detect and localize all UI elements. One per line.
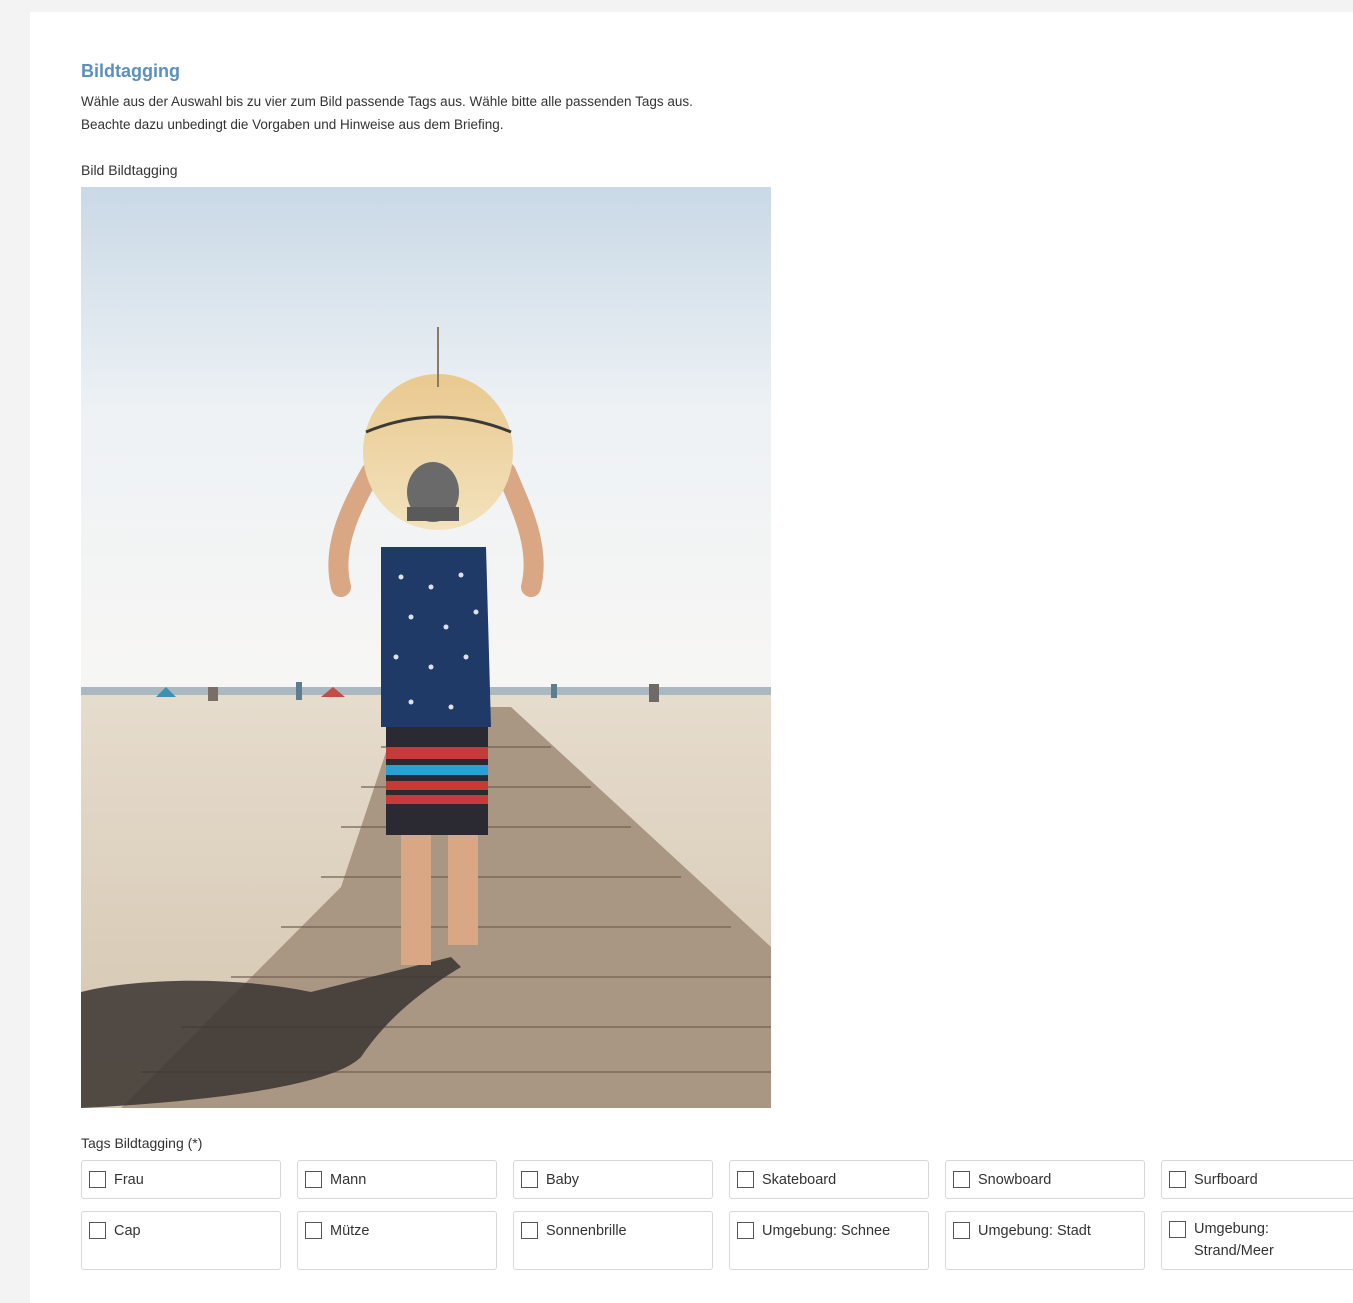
tag-label: Sonnenbrille xyxy=(546,1223,627,1239)
checkbox[interactable] xyxy=(1169,1171,1186,1188)
tag-label: Skateboard xyxy=(762,1172,837,1188)
tag-options: Frau Mann Baby Skateboard Snowboard Surf… xyxy=(81,1160,1353,1270)
task-panel: Bildtagging Wähle aus der Auswahl bis zu… xyxy=(30,12,1353,1303)
tag-option-snowboard[interactable]: Snowboard xyxy=(945,1160,1145,1199)
tag-label: Baby xyxy=(546,1172,580,1188)
tag-label: Mütze xyxy=(330,1223,370,1239)
tag-option-umgebung-stadt[interactable]: Umgebung: Stadt xyxy=(945,1211,1145,1270)
checkbox[interactable] xyxy=(521,1171,538,1188)
tag-option-baby[interactable]: Baby xyxy=(513,1160,713,1199)
tag-option-sonnenbrille[interactable]: Sonnenbrille xyxy=(513,1211,713,1270)
tag-option-cap[interactable]: Cap xyxy=(81,1211,281,1270)
checkbox[interactable] xyxy=(953,1222,970,1239)
tag-label: Snowboard xyxy=(978,1172,1052,1188)
checkbox[interactable] xyxy=(305,1222,322,1239)
tag-label: Umgebung: Schnee xyxy=(762,1223,891,1239)
tag-label: Frau xyxy=(114,1172,144,1188)
tag-label: Umgebung: Strand/Meer xyxy=(1194,1221,1274,1259)
tag-option-muetze[interactable]: Mütze xyxy=(297,1211,497,1270)
tag-option-surfboard[interactable]: Surfboard xyxy=(1161,1160,1353,1199)
checkbox[interactable] xyxy=(305,1171,322,1188)
tag-option-mann[interactable]: Mann xyxy=(297,1160,497,1199)
tag-label: Mann xyxy=(330,1172,367,1188)
tag-option-umgebung-strand-meer[interactable]: Umgebung: Strand/Meer xyxy=(1161,1211,1353,1270)
checkbox[interactable] xyxy=(89,1171,106,1188)
checkbox[interactable] xyxy=(953,1171,970,1188)
tag-label: Cap xyxy=(114,1223,141,1239)
task-photo xyxy=(81,187,771,1108)
task-title: Bildtagging xyxy=(81,61,180,81)
checkbox[interactable] xyxy=(737,1222,754,1239)
tag-option-frau[interactable]: Frau xyxy=(81,1160,281,1199)
tag-label: Surfboard xyxy=(1194,1172,1258,1188)
instruction-line-2: Beachte dazu unbedingt die Vorgaben und … xyxy=(81,117,504,132)
tags-field-label: Tags Bildtagging (*) xyxy=(81,1135,203,1151)
checkbox[interactable] xyxy=(521,1222,538,1239)
checkbox[interactable] xyxy=(737,1171,754,1188)
image-field-label: Bild Bildtagging xyxy=(81,162,178,178)
checkbox[interactable] xyxy=(89,1222,106,1239)
tag-option-umgebung-schnee[interactable]: Umgebung: Schnee xyxy=(729,1211,929,1270)
tag-label: Umgebung: Stadt xyxy=(978,1223,1091,1239)
checkbox[interactable] xyxy=(1169,1221,1186,1238)
tag-option-skateboard[interactable]: Skateboard xyxy=(729,1160,929,1199)
instruction-line-1: Wähle aus der Auswahl bis zu vier zum Bi… xyxy=(81,94,693,109)
